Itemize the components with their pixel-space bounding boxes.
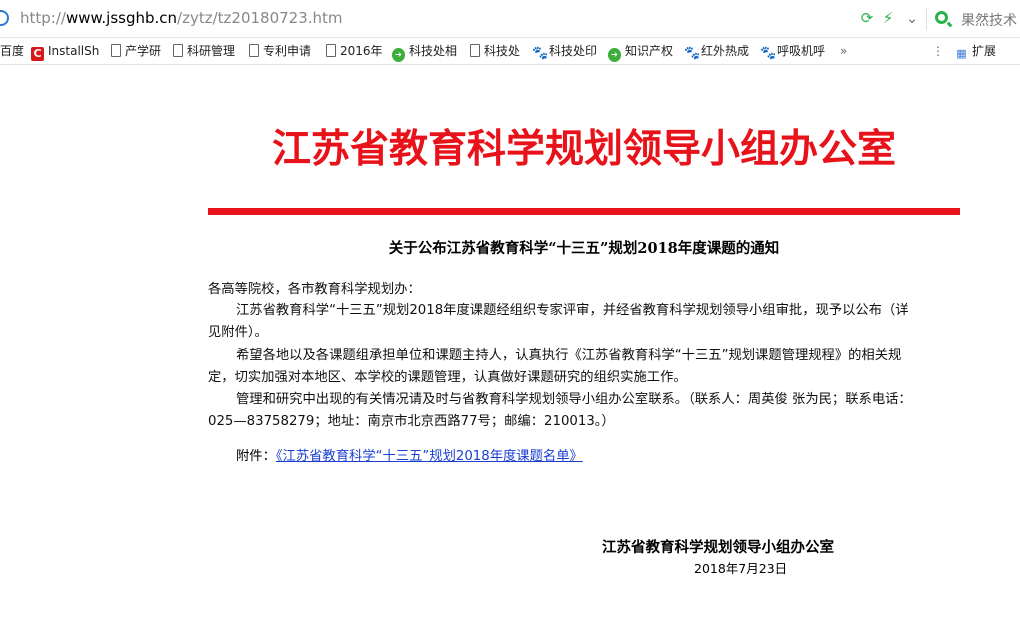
paragraph-line: 见附件）。 [208,325,268,340]
bookmarks-overflow-button[interactable]: » [840,42,847,60]
more-icon[interactable]: ⋮ [932,42,944,60]
bookmark-label: 知识产权 [625,44,674,58]
reload-icon[interactable]: ⟳ [858,8,876,28]
paragraph-line: 定，切实加强对本地区、本学校的课题管理，认真做好课题研究的组织实施工作。 [208,370,687,385]
bookmark-item[interactable]: ➔ 知识产权 [608,42,674,62]
url-protocol: http:// [20,9,66,27]
divider [926,8,927,30]
green-circle-icon: ➔ [392,48,405,62]
page-icon [470,44,480,57]
lightning-icon[interactable]: ⚡ [879,8,897,28]
paragraph-line: 025—83758279；地址：南京市北京西路77号；邮编：210013。） [208,414,615,429]
bookmark-item[interactable]: 🐾呼吸机呼 [760,42,826,61]
page-title: 江苏省教育科学规划领导小组办公室 [271,127,896,172]
paragraph-line: 希望各地以及各课题组承担单位和课题主持人，认真执行《江苏省教育科学“十三五”规划… [236,348,902,363]
url-field[interactable]: http://www.jssghb.cn/zytz/tz20180723.htm [20,9,343,27]
signature-date: 2018年7月23日 [694,561,788,576]
installshield-icon: C [31,47,44,61]
paw-icon: 🐾 [760,46,777,61]
extensions-button[interactable]: ▦ 扩展 [955,42,996,60]
bookmark-label: 红外热成 [701,44,750,58]
paragraph-line: 江苏省教育科学“十三五”规划2018年度课题经组织专家评审，并经省教育科学规划领… [236,303,909,318]
site-info-icon[interactable] [0,10,9,26]
bookmark-label: InstallSh [48,44,100,58]
bookmark-item[interactable]: ➔ 科技处相 [392,42,458,62]
address-bar[interactable]: http://www.jssghb.cn/zytz/tz20180723.htm… [0,0,1020,38]
page-icon [111,44,121,57]
page-icon [326,44,336,57]
grid-icon: ▦ [956,47,967,60]
chevron-down-icon[interactable]: ⌄ [903,8,921,28]
salutation: 各高等院校，各市教育科学规划办： [208,282,421,297]
green-circle-icon: ➔ [608,48,621,62]
search-icon[interactable] [935,11,948,24]
attachment: 附件：《江苏省教育科学“十三五”规划2018年度课题名单》 [236,445,583,464]
bookmark-item[interactable]: 科研管理 [173,42,235,60]
bookmark-label: 科技处 [484,44,521,58]
bookmark-item[interactable]: 产学研 [111,42,161,60]
bookmark-item[interactable]: 🐾科技处印 [532,42,598,61]
page-icon [173,44,183,57]
bookmark-item[interactable]: 专利申请 [249,42,311,60]
bookmark-label: 百度 [0,44,25,58]
extensions-label: 扩展 [972,44,997,58]
page-icon [249,44,259,57]
paw-icon: 🐾 [684,46,701,61]
url-host: www.jssghb.cn [65,9,178,27]
bookmark-item[interactable]: 2016年 [326,42,383,60]
attachment-label: 附件： [236,449,276,464]
notice-title: 关于公布江苏省教育科学“十三五”规划2018年度课题的通知 [388,240,780,257]
bookmark-label: 专利申请 [263,44,312,58]
bookmark-label: 科研管理 [187,44,236,58]
bookmark-item[interactable]: 🐾红外热成 [684,42,750,61]
title-divider [208,208,960,215]
signature-office: 江苏省教育科学规划领导小组办公室 [602,539,834,556]
bookmark-label: 科技处相 [409,44,458,58]
bookmark-label: 2016年 [340,44,383,58]
paragraph-line: 管理和研究中出现的有关情况请及时与省教育科学规划领导小组办公室联系。（联系人：周… [236,392,912,407]
search-input[interactable]: 果然技术 [961,10,1017,30]
bookmark-item[interactable]: 百度 [0,42,24,60]
url-path: /zytz/tz20180723.htm [177,9,343,27]
bookmarks-bar: 百度 C InstallSh 产学研 科研管理 专利申请 2016年 ➔ 科技处相 … [0,38,1020,65]
bookmark-label: 科技处印 [549,44,598,58]
bookmark-item[interactable]: C InstallSh [31,42,100,61]
paw-icon: 🐾 [532,46,549,61]
bookmark-label: 呼吸机呼 [777,44,826,58]
bookmark-item[interactable]: 科技处 [470,42,520,60]
attachment-link[interactable]: 《江苏省教育科学“十三五”规划2018年度课题名单》 [276,449,583,464]
bookmark-label: 产学研 [125,44,162,58]
